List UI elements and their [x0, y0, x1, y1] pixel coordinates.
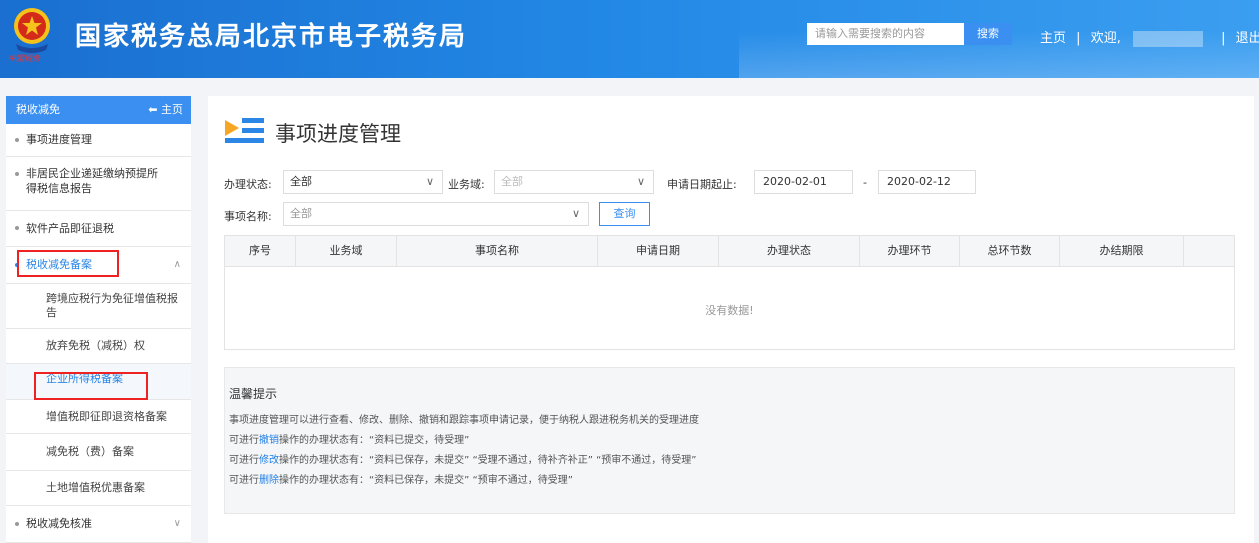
- column-header: 办理环节: [860, 236, 960, 266]
- chevron-down-icon: ∨: [173, 518, 181, 529]
- tip-line: 事项进度管理可以进行查看、修改、删除、撤销和跟踪事项申请记录，便于纳税人跟进税务…: [229, 415, 699, 426]
- sidebar-item-nonresident[interactable]: 非居民企业递延缴纳预提所得税信息报告: [6, 157, 191, 211]
- sidebar-subitem-fee-reduction[interactable]: 减免税（费）备案: [6, 434, 191, 471]
- sidebar: 税收减免 ⬅ 主页 事项进度管理 非居民企业递延缴纳预提所得税信息报告 软件产品…: [6, 96, 191, 543]
- date-range-label: 申请日期起止:: [667, 178, 737, 191]
- column-header: 办结期限: [1060, 236, 1184, 266]
- tip-line: 可进行撤销操作的办理状态有：“资料已提交，待受理”: [229, 435, 470, 446]
- emblem-caption: 中国税务: [8, 54, 40, 63]
- revoke-keyword: 撤销: [259, 435, 279, 446]
- sidebar-item-software[interactable]: 软件产品即征退税: [6, 211, 191, 247]
- delete-keyword: 删除: [259, 475, 279, 486]
- column-header: 业务域: [296, 236, 397, 266]
- main-panel: 事项进度管理 办理状态: 全部 ∨ 业务域: 全部 ∨ 申请日期起止: 2020…: [208, 96, 1254, 543]
- top-header: 中国税务 国家税务总局北京市电子税务局 请输入需要搜索的内容 搜索 主页 | 欢…: [0, 0, 1259, 78]
- chevron-down-icon: ∨: [636, 175, 645, 188]
- back-arrow-icon: ⬅: [148, 103, 158, 116]
- column-header: 办理状态: [719, 236, 860, 266]
- tip-line: 可进行删除操作的办理状态有：“资料已保存，未提交” “预审不通过，待受理”: [229, 475, 573, 486]
- sidebar-home-link[interactable]: ⬅ 主页: [148, 96, 183, 124]
- sidebar-subitem-waive[interactable]: 放弃免税（减税）权: [6, 329, 191, 364]
- highlight-box: [17, 250, 119, 277]
- highlight-box: [34, 372, 148, 400]
- sidebar-item-progress[interactable]: 事项进度管理: [6, 124, 191, 157]
- page-title: 事项进度管理: [275, 122, 401, 146]
- column-header: 申请日期: [598, 236, 719, 266]
- home-link[interactable]: 主页: [1040, 27, 1066, 46]
- status-label: 办理状态:: [224, 178, 272, 191]
- results-table: 序号 业务域 事项名称 申请日期 办理状态 办理环节 总环节数 办结期限 没有数…: [224, 235, 1235, 350]
- username-redacted: [1132, 30, 1203, 47]
- chevron-up-icon: ∧: [173, 259, 181, 270]
- header-links: 主页 | 欢迎, | 退出: [1040, 27, 1259, 47]
- tips-panel: 温馨提示 事项进度管理可以进行查看、修改、删除、撤销和跟踪事项申请记录，便于纳税…: [224, 367, 1235, 514]
- column-header: 事项名称: [397, 236, 598, 266]
- domain-label: 业务域:: [448, 178, 485, 191]
- bullet-icon: [15, 522, 19, 526]
- date-separator: -: [863, 176, 867, 189]
- tips-title: 温馨提示: [229, 387, 278, 401]
- welcome-text: 欢迎,: [1090, 31, 1121, 46]
- item-name-select[interactable]: 全部 ∨: [283, 202, 589, 226]
- column-header: 序号: [225, 236, 296, 266]
- empty-state-text: 没有数据!: [705, 304, 754, 317]
- sidebar-header: 税收减免 ⬅ 主页: [6, 96, 191, 124]
- bullet-icon: [15, 226, 19, 230]
- tip-line: 可进行修改操作的办理状态有：“资料已保存，未提交” “受理不通过，待补齐补正” …: [229, 455, 697, 466]
- search-button[interactable]: 搜索: [964, 23, 1012, 45]
- chevron-down-icon: ∨: [571, 207, 580, 220]
- modify-keyword: 修改: [259, 455, 279, 466]
- sidebar-item-exemption-approval[interactable]: 税收减免核准 ∨: [6, 506, 191, 543]
- column-header: 总环节数: [960, 236, 1060, 266]
- search-input[interactable]: 请输入需要搜索的内容: [807, 23, 964, 45]
- bullet-icon: [15, 138, 19, 142]
- sidebar-section-title: 税收减免: [16, 103, 60, 116]
- sidebar-subitem-vat-refund[interactable]: 增值税即征即退资格备案: [6, 400, 191, 434]
- table-header: 序号 业务域 事项名称 申请日期 办理状态 办理环节 总环节数 办结期限: [225, 236, 1234, 267]
- sidebar-subitem-land-vat[interactable]: 土地增值税优惠备案: [6, 471, 191, 506]
- date-from-input[interactable]: 2020-02-01: [754, 170, 853, 194]
- domain-select[interactable]: 全部 ∨: [494, 170, 654, 194]
- chevron-down-icon: ∨: [425, 175, 434, 188]
- site-title: 国家税务总局北京市电子税务局: [75, 22, 468, 52]
- logout-link[interactable]: 退出: [1236, 27, 1259, 46]
- bullet-icon: [15, 172, 19, 176]
- item-name-label: 事项名称:: [224, 210, 272, 223]
- query-button[interactable]: 查询: [599, 202, 650, 226]
- status-select[interactable]: 全部 ∨: [283, 170, 443, 194]
- divider: |: [1076, 31, 1081, 46]
- divider: |: [1221, 31, 1226, 46]
- sidebar-subitem-crossborder[interactable]: 跨境应税行为免征增值税报告: [6, 284, 191, 329]
- list-progress-icon: [225, 118, 264, 143]
- date-to-input[interactable]: 2020-02-12: [878, 170, 976, 194]
